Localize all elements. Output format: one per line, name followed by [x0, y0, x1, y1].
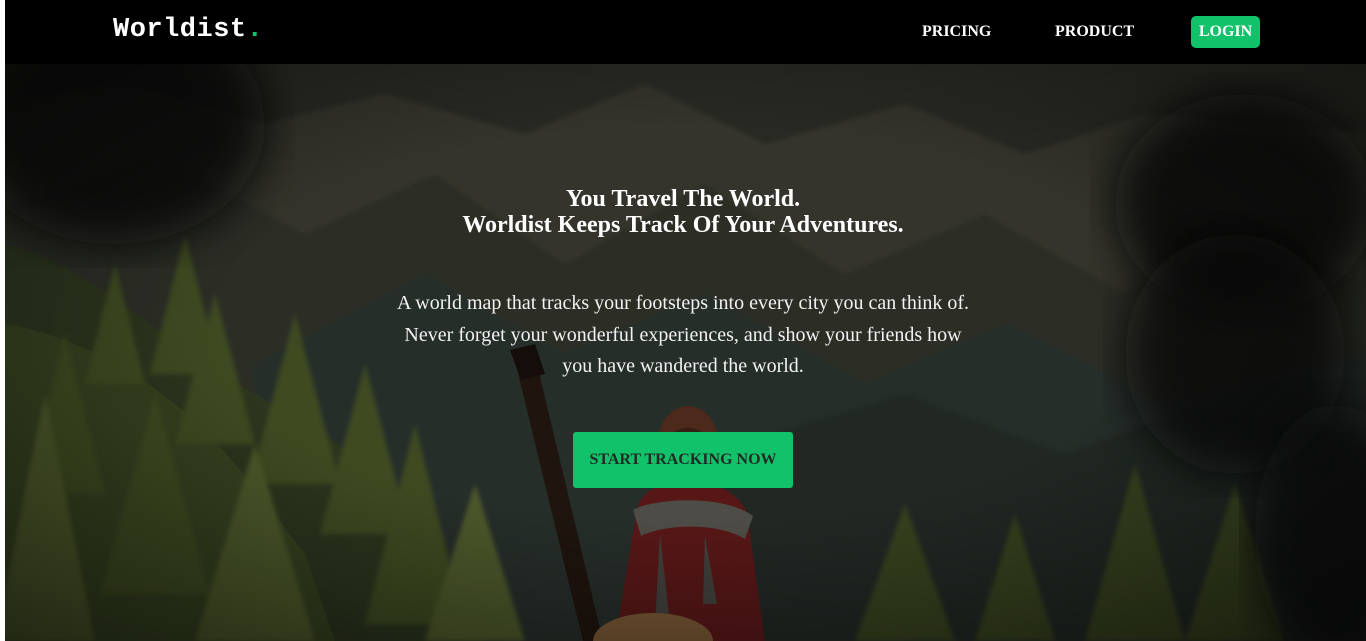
start-tracking-button[interactable]: START TRACKING NOW [573, 432, 793, 488]
nav-link-product[interactable]: PRODUCT [1055, 22, 1134, 42]
top-navbar: Worldist. PRICING PRODUCT LOGIN [5, 0, 1366, 64]
login-button[interactable]: LOGIN [1191, 16, 1260, 48]
hero-section: You Travel The World. Worldist Keeps Tra… [5, 64, 1366, 641]
hero-description: A world map that tracks your footsteps i… [396, 292, 970, 377]
brand-logo[interactable]: Worldist. [113, 14, 263, 46]
hero-title: You Travel The World. Worldist Keeps Tra… [335, 186, 1031, 238]
logo-dot: . [246, 15, 264, 45]
hero-title-line-1: You Travel The World. [565, 186, 801, 212]
hero-title-line-2: Worldist Keeps Track Of Your Adventures. [462, 212, 904, 238]
logo-text: Worldist [113, 15, 247, 45]
nav-link-pricing[interactable]: PRICING [922, 22, 991, 42]
app-frame: Worldist. PRICING PRODUCT LOGIN You Trav… [5, 0, 1366, 641]
hero-content: You Travel The World. Worldist Keeps Tra… [5, 64, 1366, 641]
